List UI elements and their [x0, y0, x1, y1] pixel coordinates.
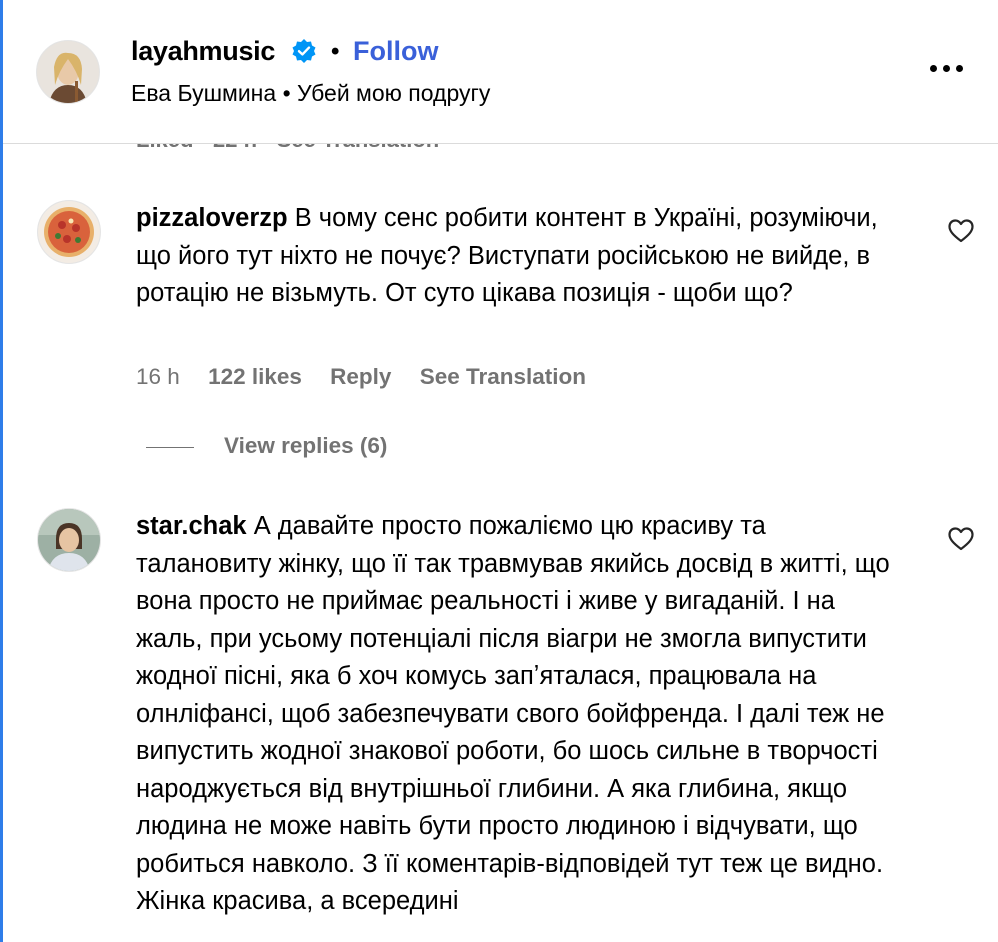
author-avatar[interactable] — [36, 40, 100, 104]
comment-body: star.chak А давайте просто пожаліємо цю … — [136, 508, 896, 921]
commenter-username[interactable]: pizzaloverzp — [136, 204, 288, 232]
view-replies-label[interactable]: View replies (6) — [224, 433, 387, 458]
author-username[interactable]: layahmusic — [131, 36, 275, 67]
verified-badge-icon — [292, 39, 316, 63]
replies-divider-line — [146, 446, 194, 448]
comment-time: 16 h — [136, 364, 180, 389]
like-heart-icon[interactable] — [947, 526, 975, 552]
view-replies-button[interactable]: View replies (6) — [146, 433, 387, 459]
more-options-icon[interactable] — [925, 56, 969, 80]
post-header: layahmusic • Follow Ева Бушмина • Убей м… — [3, 0, 998, 144]
comment-likes[interactable]: 122 likes — [208, 364, 302, 389]
like-heart-icon[interactable] — [947, 218, 975, 244]
comment-meta: 16 h 122 likes Reply See Translation — [136, 364, 608, 390]
header-separator: • — [331, 38, 340, 65]
commenter-avatar[interactable] — [37, 200, 101, 264]
commenter-avatar[interactable] — [37, 508, 101, 572]
commenter-username[interactable]: star.chak — [136, 512, 247, 540]
see-translation-button[interactable]: See Translation — [420, 364, 586, 389]
post-subtitle[interactable]: Ева Бушмина • Убей мою подругу — [131, 80, 490, 107]
comment-body: pizzaloverzp В чому сенс робити контент … — [136, 200, 896, 313]
reply-button[interactable]: Reply — [330, 364, 391, 389]
comment-text: А давайте просто пожаліємо цю красиву та… — [136, 512, 890, 915]
follow-button[interactable]: Follow — [353, 36, 438, 67]
